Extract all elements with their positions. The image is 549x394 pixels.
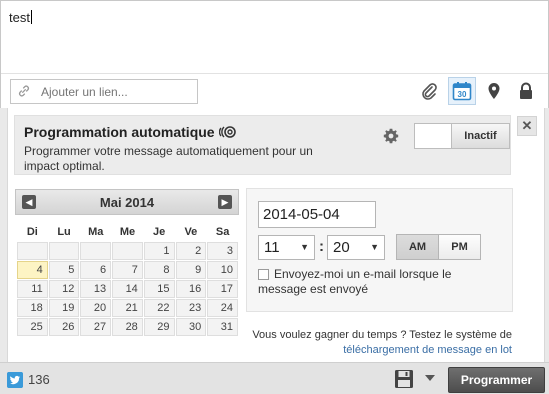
calendar-week-row: 11 12 13 14 15 16 17 [17,280,238,298]
calendar-day[interactable]: 14 [112,280,143,298]
calendar-day[interactable]: 2 [175,242,207,260]
message-composer[interactable]: test 30 [0,0,549,108]
link-input[interactable] [41,83,191,101]
location-pin-icon [488,83,500,99]
calendar-day[interactable]: 29 [143,318,175,336]
calendar-day[interactable]: 6 [80,261,112,279]
calendar-day[interactable]: 26 [48,318,80,336]
attach-button[interactable] [418,80,440,102]
minute-value: 20 [333,239,350,256]
weekday-label: Ve [184,225,198,238]
close-schedule-button[interactable]: ✕ [517,116,537,136]
schedule-panel: Programmation automatique Programmer vot… [7,108,545,362]
save-draft-icon[interactable] [394,369,414,389]
hour-select[interactable]: 11 ▼ [258,235,315,260]
calendar-day[interactable]: 28 [112,318,143,336]
date-picker: ◀ Mai 2014 ▶ Di Lu Ma Me Je Ve Sa 123456… [15,189,239,355]
bulk-upload-promo: Vous voulez gagner du temps ? Testez le … [248,328,512,358]
calendar-day[interactable]: 15 [143,280,175,298]
calendar-header: ◀ Mai 2014 ▶ [15,189,239,215]
minute-select[interactable]: 20 ▼ [327,235,385,260]
calendar-day[interactable]: 11 [17,280,48,298]
calendar-empty-cell [17,242,48,260]
lock-icon [520,82,532,99]
calendar-day[interactable]: 31 [207,318,238,336]
weekday-label: Me [119,225,136,238]
calendar-week-row: 18 19 20 21 22 23 24 [17,299,238,317]
calendar-day[interactable]: 30 [175,318,207,336]
hour-value: 11 [264,239,280,256]
pm-button[interactable]: PM [438,234,481,260]
promo-text: Vous voulez gagner du temps ? Testez le … [252,329,512,341]
calendar-day[interactable]: 22 [143,299,175,317]
save-options-dropdown-icon[interactable] [425,375,435,381]
calendar-week-row: 25 26 27 28 29 30 31 [17,318,238,336]
auto-schedule-title: Programmation automatique [24,124,237,140]
paperclip-icon [422,83,437,100]
email-notify-label: Envoyez-moi un e-mail lorsque le message… [258,267,452,296]
chevron-down-icon: ▼ [370,242,379,252]
auto-schedule-section: Programmation automatique Programmer vot… [14,115,511,175]
weekday-row: Di Lu Ma Me Je Ve Sa [17,222,238,241]
calendar-day[interactable]: 21 [112,299,143,317]
calendar-day[interactable]: 18 [17,299,48,317]
calendar-day[interactable]: 10 [207,261,238,279]
privacy-button[interactable] [515,80,537,102]
auto-schedule-toggle[interactable]: Inactif [414,123,510,149]
character-count: 136 [28,372,50,387]
calendar-week-row: 4 5 6 7 8 9 10 [17,261,238,279]
gear-icon[interactable] [383,128,399,144]
weekday-label: Sa [215,225,230,238]
calendar-days: 1 2 3 4 5 6 7 8 9 10 11 12 13 14 15 16 17 18 19 20 21 22 23 24 2… [17,242,238,336]
composer-toolbar: 30 [1,73,548,108]
link-icon [19,85,29,97]
calendar-empty-cell [48,242,80,260]
weekday-label: Lu [57,225,71,238]
schedule-submit-button[interactable]: Programmer [448,367,545,393]
calendar-day[interactable]: 19 [48,299,80,317]
bulk-upload-link[interactable]: téléchargement de message en lot [248,343,512,358]
schedule-button[interactable]: 30 [448,77,476,105]
svg-text:30: 30 [458,90,467,99]
calendar-day-selected[interactable]: 4 [17,261,48,279]
calendar-day[interactable]: 23 [175,299,207,317]
calendar-day[interactable]: 12 [48,280,80,298]
weekday-label: Di [26,225,38,238]
calendar-day[interactable]: 7 [112,261,143,279]
calendar-week-row: 123 [17,242,238,260]
calendar-empty-cell [80,242,112,260]
calendar-day[interactable]: 5 [48,261,80,279]
date-input[interactable]: 2014-05-04 [258,201,376,228]
calendar-day[interactable]: 8 [143,261,175,279]
calendar-day[interactable]: 17 [207,280,238,298]
toggle-state-label: Inactif [451,124,509,148]
weekday-label: Ma [88,225,104,238]
next-month-button[interactable]: ▶ [218,195,232,209]
calendar-day[interactable]: 24 [207,299,238,317]
calendar-day[interactable]: 3 [207,242,238,260]
auto-schedule-logo-icon [218,126,236,138]
am-button[interactable]: AM [396,234,439,260]
calendar-day[interactable]: 9 [175,261,207,279]
calendar-day[interactable]: 20 [80,299,112,317]
calendar-empty-cell [112,242,143,260]
calendar-day[interactable]: 1 [143,242,175,260]
message-text[interactable]: test [9,10,32,25]
weekday-label: Je [153,225,166,238]
twitter-icon [7,372,23,388]
calendar-day[interactable]: 13 [80,280,112,298]
calendar-day[interactable]: 27 [80,318,112,336]
link-field[interactable] [10,79,198,104]
composer-footer: 136 Programmer [0,362,549,394]
location-button[interactable] [483,80,505,102]
calendar-day[interactable]: 25 [17,318,48,336]
calendar-day[interactable]: 16 [175,280,207,298]
calendar-month-label: Mai 2014 [99,195,155,210]
calendar-icon: 30 [452,82,472,101]
time-settings: 2014-05-04 11 ▼ : 20 ▼ AM PM Envoyez-moi… [246,188,513,312]
chevron-down-icon: ▼ [300,242,309,252]
calendar-grid: Di Lu Ma Me Je Ve Sa 1 2 3 4 5 6 7 8 9 10 11 12 13 14… [16,221,239,337]
auto-schedule-description: Programmer votre message automatiquement… [24,144,313,173]
time-separator: : [319,238,324,255]
